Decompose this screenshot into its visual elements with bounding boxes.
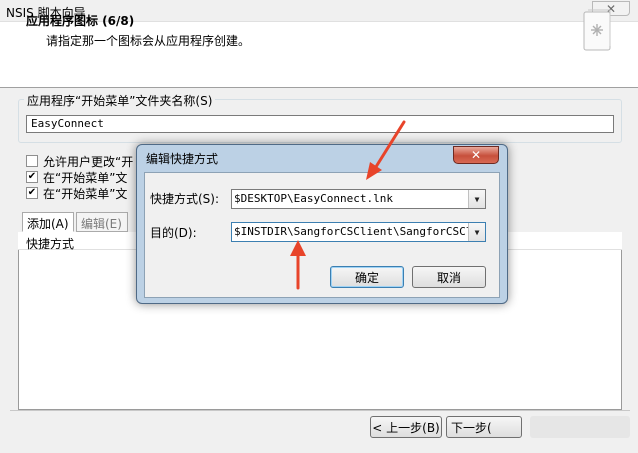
ok-button[interactable]: 确定: [330, 266, 404, 288]
target-label: 目的(D):: [150, 226, 197, 240]
page-subtitle: 请指定那一个图标会从应用程序创建。: [46, 34, 251, 48]
start-menu-group-label: 应用程序“开始菜单”文件夹名称(S): [24, 92, 216, 109]
shortcut-value: $DESKTOP\EasyConnect.lnk: [234, 192, 393, 205]
dialog-close-button[interactable]: ✕: [453, 146, 499, 164]
dialog-title: 编辑快捷方式: [146, 152, 219, 166]
start-menu-option-label-2: 在“开始菜单”文: [43, 187, 128, 201]
shortcut-combobox[interactable]: $DESKTOP\EasyConnect.lnk ▼: [231, 189, 486, 209]
start-menu-option-label: 在“开始菜单”文: [43, 171, 128, 185]
column-shortcut[interactable]: 快捷方式: [26, 235, 74, 252]
close-icon: ✕: [470, 148, 482, 162]
target-combobox[interactable]: $INSTDIR\SangforCSClient\SangforCSClie ▼: [231, 222, 486, 242]
chevron-down-icon[interactable]: ▼: [468, 190, 485, 208]
start-menu-option-checkbox-2[interactable]: ✔: [26, 187, 38, 199]
blurred-button: [530, 416, 630, 438]
allow-change-label: 允许用户更改“开: [43, 155, 134, 169]
next-button[interactable]: 下一步(: [446, 416, 522, 438]
annotation-arrow-icon: [290, 240, 306, 290]
shortcut-label: 快捷方式(S):: [150, 192, 220, 206]
target-value: $INSTDIR\SangforCSClient\SangforCSClie: [234, 225, 486, 238]
start-menu-option-checkbox[interactable]: ✔: [26, 171, 38, 183]
footer-separator: [10, 410, 630, 411]
wizard-page-icon: [583, 9, 611, 51]
cancel-button[interactable]: 取消: [412, 266, 486, 288]
annotation-arrow-icon: [366, 120, 406, 180]
start-menu-folder-input[interactable]: EasyConnect: [26, 115, 614, 133]
tab-edit[interactable]: 编辑(E): [76, 212, 128, 232]
allow-change-checkbox[interactable]: [26, 155, 38, 167]
tab-add[interactable]: 添加(A): [22, 212, 74, 232]
chevron-down-icon[interactable]: ▼: [468, 223, 485, 241]
back-button[interactable]: < 上一步(B): [370, 416, 442, 438]
page-title: 应用程序图标 (6/8): [26, 14, 135, 28]
